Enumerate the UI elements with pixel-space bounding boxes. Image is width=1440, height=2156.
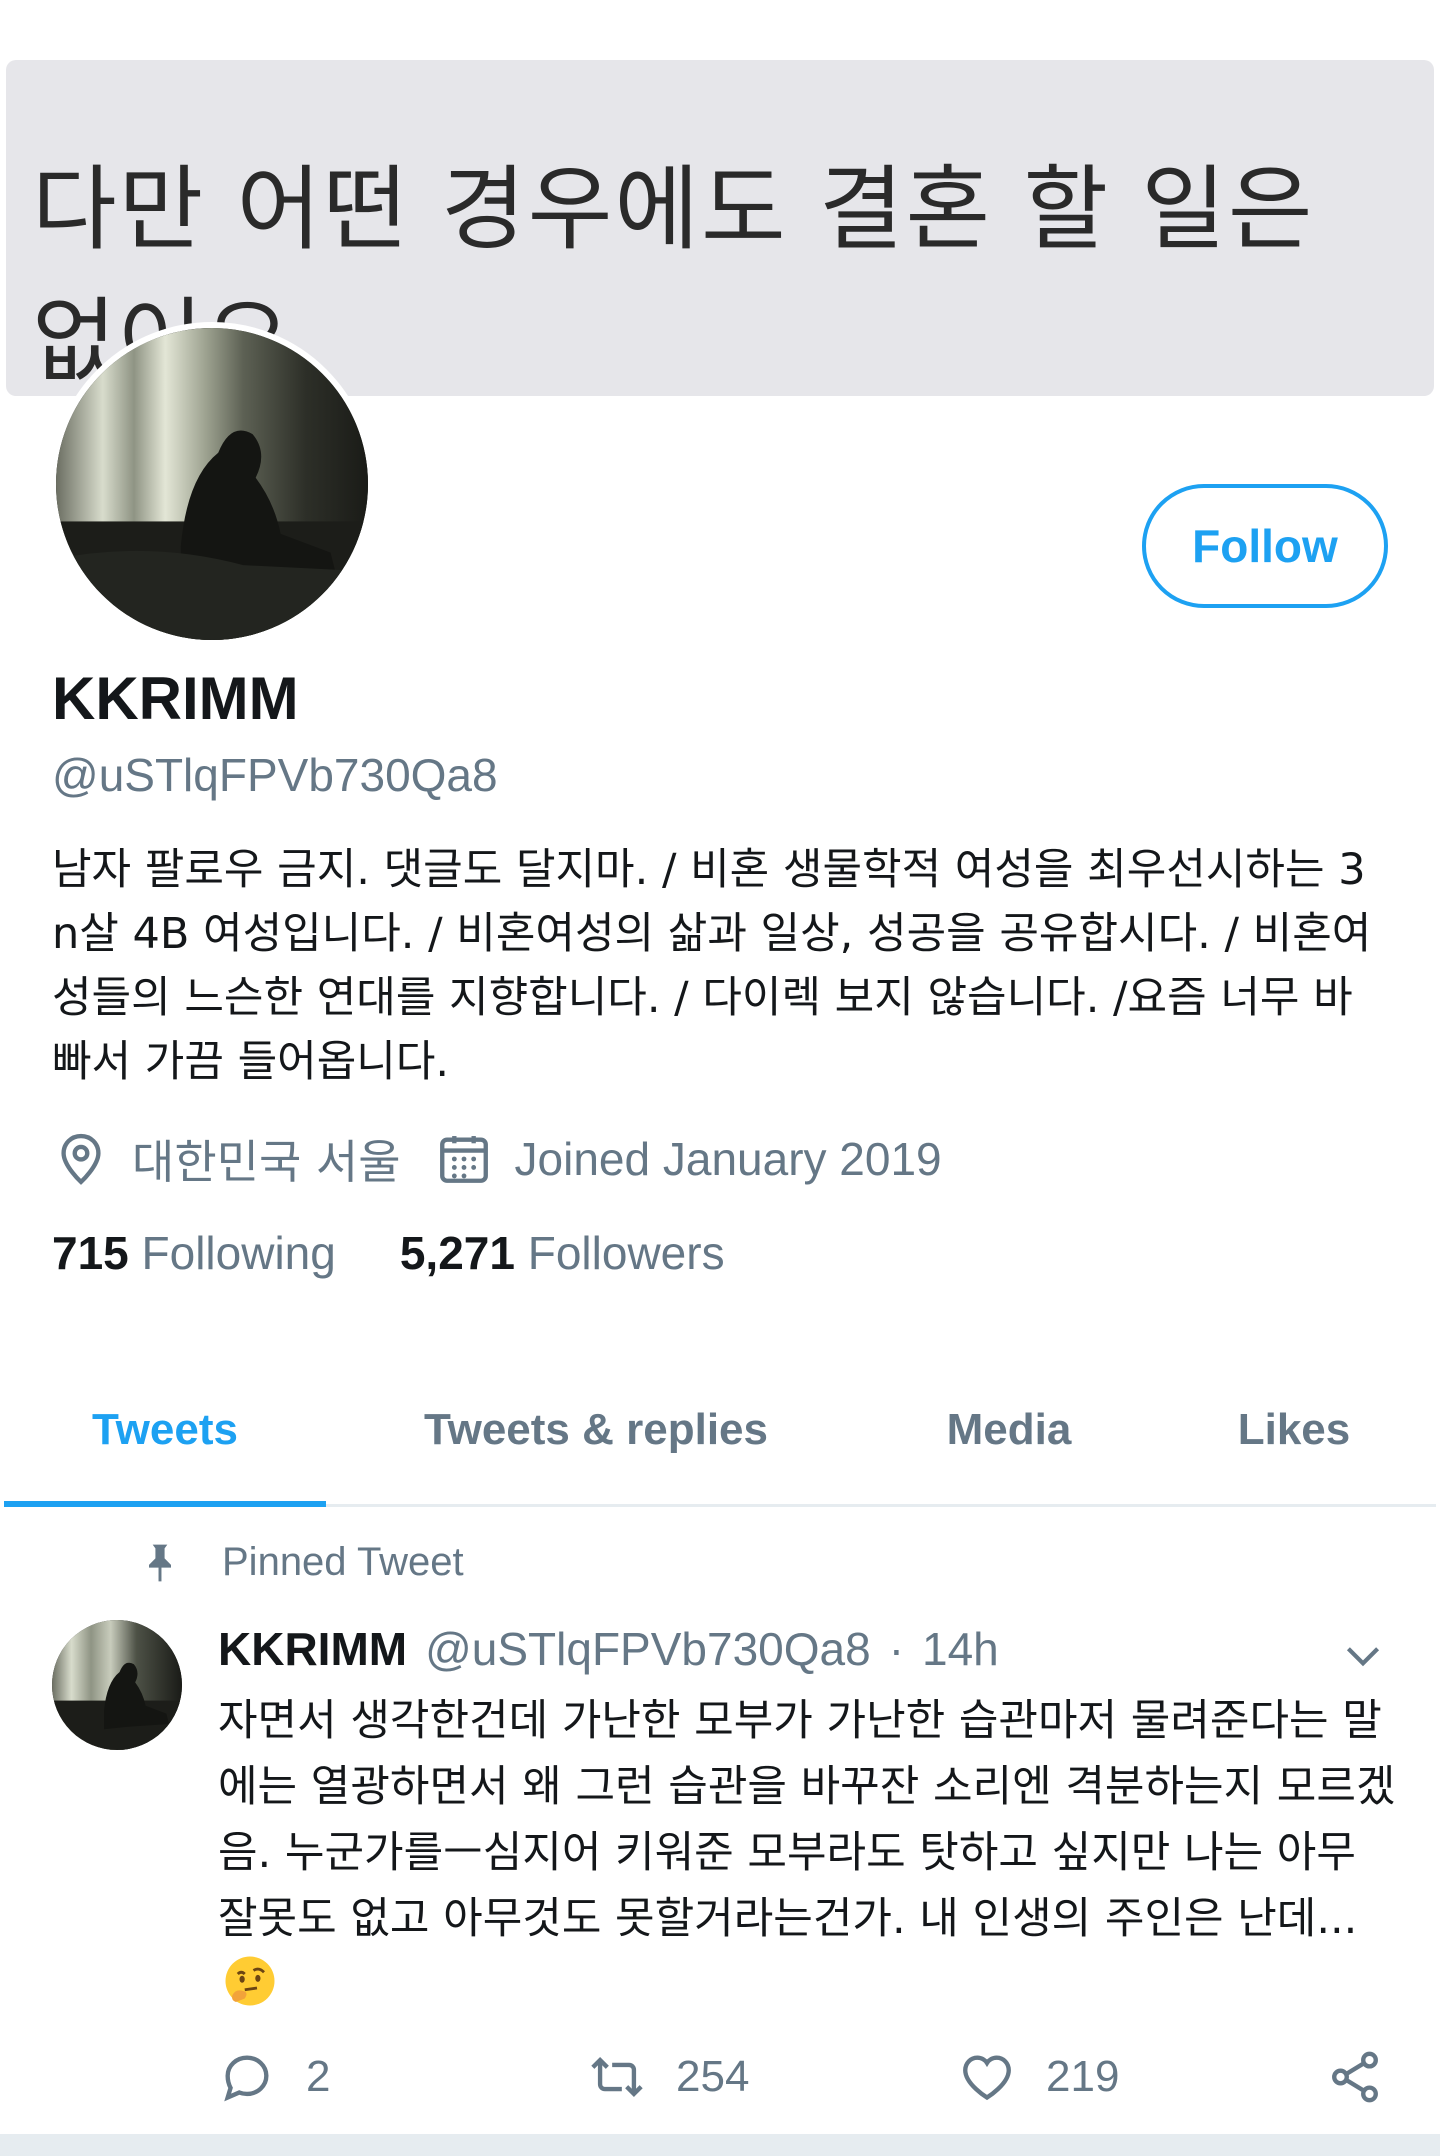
tweet-menu-chevron-icon[interactable] [1338, 1630, 1388, 1680]
profile-joined: Joined January 2019 [435, 1130, 942, 1188]
calendar-icon [435, 1130, 493, 1188]
reply-button[interactable]: 2 [218, 2042, 330, 2112]
profile-tabs: Tweets Tweets & replies Media Likes [4, 1356, 1436, 1507]
profile-bio: 남자 팔로우 금지. 댓글도 달지마. / 비혼 생물학적 여성을 최우선시하는… [52, 845, 1372, 1087]
profile-location: 대한민국 서울 [52, 1126, 401, 1192]
profile-display-name: KKRIMM [52, 665, 299, 732]
following-label: Following [141, 1227, 336, 1279]
location-text: 대한민국 서울 [132, 1135, 401, 1189]
follow-button[interactable]: Follow [1142, 484, 1388, 608]
tab-tweets[interactable]: Tweets [4, 1356, 326, 1504]
pin-icon [138, 1541, 182, 1585]
tweet-actions: 2 254 219 [218, 2042, 1398, 2112]
profile-avatar[interactable] [50, 322, 374, 646]
retweet-count: 254 [676, 2052, 750, 2101]
followers-count: 5,271 [399, 1227, 515, 1279]
joined-text: Joined January 2019 [514, 1133, 942, 1185]
location-pin-icon [52, 1130, 110, 1188]
share-icon [1332, 2051, 1378, 2103]
tweet-author-name[interactable]: KKRIMM [218, 1622, 407, 1676]
tweet-author-handle[interactable]: @uSTlqFPVb730Qa8 [425, 1622, 871, 1676]
tweet-header: KKRIMM @uSTlqFPVb730Qa8 · 14h [218, 1622, 999, 1676]
tweet-separator: · [888, 1623, 905, 1675]
like-count: 219 [1046, 2052, 1120, 2101]
following-count: 715 [52, 1227, 129, 1279]
followers-label: Followers [527, 1227, 725, 1279]
followers-stat[interactable]: 5,271 Followers [400, 1226, 725, 1280]
profile-handle: @uSTlqFPVb730Qa8 [52, 749, 498, 801]
reply-count: 2 [306, 2052, 331, 2101]
profile-meta: 대한민국 서울 Joined January 2019 [52, 1126, 976, 1192]
share-button[interactable] [1326, 2042, 1414, 2112]
tweet-text-content: 자면서 생각한건데 가난한 모부가 가난한 습관마저 물려준다는 말에는 열광하… [218, 1696, 1396, 1944]
tweet-time[interactable]: 14h [922, 1622, 999, 1676]
tweet-author-avatar[interactable] [52, 1620, 182, 1750]
pinned-text: Pinned Tweet [222, 1540, 464, 1584]
pinned-tweet-label: Pinned Tweet [138, 1540, 464, 1585]
following-stat[interactable]: 715 Following [52, 1226, 336, 1280]
heart-icon [963, 2055, 1011, 2101]
tab-likes[interactable]: Likes [1152, 1356, 1436, 1504]
retweet-icon [591, 2057, 643, 2097]
tweet-text: 자면서 생각한건데 가난한 모부가 가난한 습관마저 물려준다는 말에는 열광하… [218, 1688, 1398, 2018]
next-tweet-divider [0, 2134, 1440, 2156]
thinking-face-icon [222, 1953, 278, 2009]
like-button[interactable]: 219 [958, 2042, 1119, 2112]
tab-tweets-replies[interactable]: Tweets & replies [326, 1356, 866, 1504]
retweet-button[interactable]: 254 [588, 2042, 749, 2112]
profile-stats: 715 Following 5,271 Followers [52, 1226, 789, 1280]
reply-icon [224, 2055, 269, 2102]
tab-media[interactable]: Media [866, 1356, 1152, 1504]
active-tab-indicator [4, 1501, 326, 1507]
